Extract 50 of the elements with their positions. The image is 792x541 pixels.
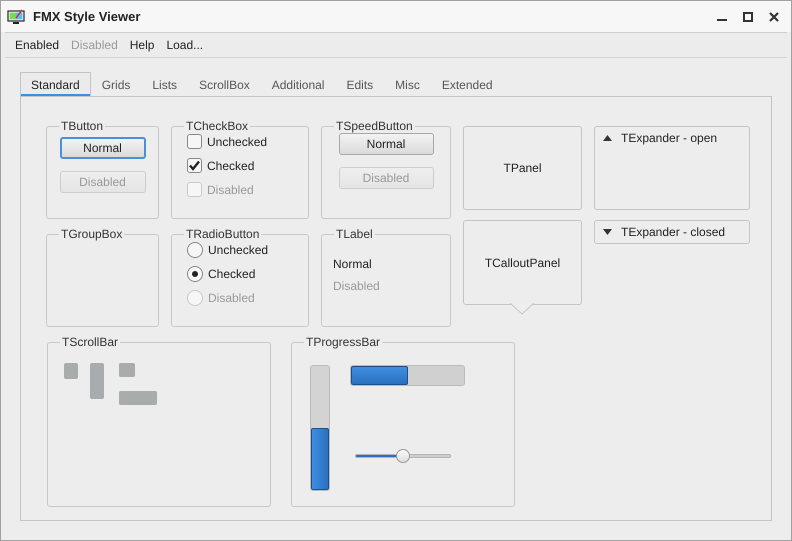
menu-item[interactable]: Help (124, 36, 160, 54)
menu-item[interactable]: Enabled (9, 36, 66, 54)
checkbox-label: Checked (207, 158, 254, 172)
scroll-bar[interactable] (90, 363, 104, 399)
scroll-bar[interactable] (119, 363, 135, 377)
group-title: TLabel (335, 227, 374, 241)
window-title: FMX Style Viewer (33, 9, 140, 24)
checkbox[interactable] (187, 158, 202, 173)
group-title: TButton (60, 119, 104, 133)
menu-item[interactable]: Load... (160, 36, 210, 54)
tab[interactable]: Extended (430, 72, 504, 96)
speed-button[interactable]: Normal (338, 133, 434, 155)
expander-header[interactable]: TExpander - closed (595, 221, 734, 243)
scroll-bar[interactable] (64, 363, 78, 379)
monitor-icon (7, 8, 25, 24)
tab[interactable]: Grids (90, 72, 142, 96)
panel-caption: TPanel (503, 161, 542, 175)
maximize-icon (743, 12, 753, 22)
tab[interactable]: ScrollBox (188, 72, 261, 96)
group-title: TRadioButton (185, 227, 260, 241)
tab[interactable]: Edits (335, 72, 384, 96)
radio-label: Checked (208, 266, 256, 280)
down-triangle-icon (603, 229, 612, 235)
panel-caption: TCalloutPanel (484, 256, 560, 270)
expander-header[interactable]: TExpander - open (595, 127, 726, 149)
tab[interactable]: Standard (20, 72, 91, 96)
scroll-bar[interactable] (119, 391, 157, 405)
slider-thumb[interactable] (396, 449, 410, 463)
tab[interactable]: Misc (384, 72, 431, 96)
close-icon (769, 12, 779, 22)
checkbox[interactable] (187, 134, 202, 149)
radio-button[interactable] (187, 242, 203, 258)
minimize-icon (717, 19, 727, 21)
group-title: TScrollBar (61, 335, 120, 349)
radio-button[interactable] (187, 266, 203, 282)
group-title: TCheckBox (185, 119, 250, 133)
push-button[interactable]: Normal (60, 137, 146, 159)
checkbox-label: Disabled (207, 182, 254, 196)
slider[interactable] (355, 448, 451, 464)
tab[interactable]: Lists (141, 72, 188, 96)
group-title: TSpeedButton (335, 119, 414, 133)
up-triangle-icon (603, 135, 612, 141)
group-title: TGroupBox (60, 227, 124, 241)
label-text: Normal (333, 257, 372, 271)
radio-label: Unchecked (208, 242, 268, 256)
checkbox-label: Unchecked (207, 134, 268, 148)
radio-label: Disabled (208, 290, 255, 304)
group-title: TProgressBar (305, 335, 382, 349)
label-text: Disabled (333, 279, 380, 293)
tab[interactable]: Additional (260, 72, 336, 96)
